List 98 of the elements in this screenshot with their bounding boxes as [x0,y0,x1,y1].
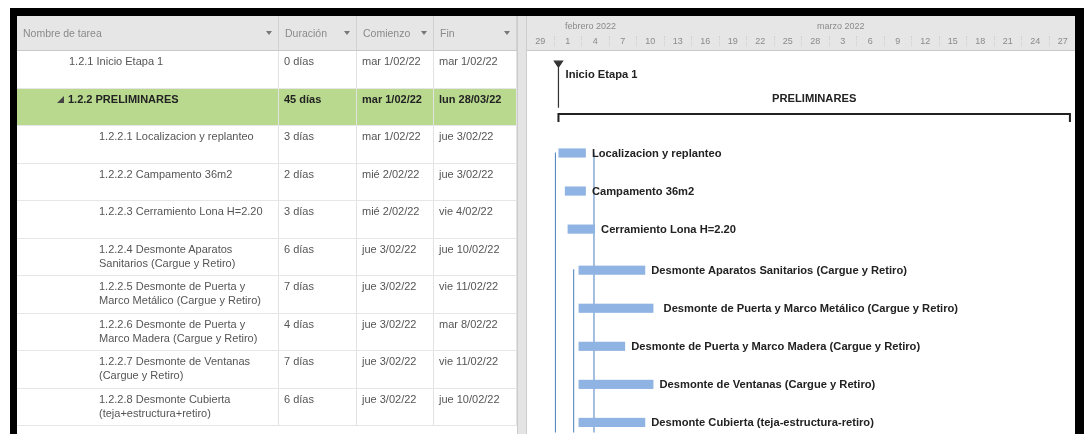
task-bar[interactable] [578,265,646,275]
day-label: 18 [967,35,995,46]
duration-text: 4 días [284,316,314,331]
start-date: jue 3/02/22 [362,391,417,406]
duration-text: 6 días [284,391,314,406]
collapse-caret-icon[interactable] [57,95,64,103]
duration-text: 6 días [284,241,314,256]
finish-date: mar 8/02/22 [439,316,498,331]
day-label: 6 [857,35,885,46]
milestone-marker-icon[interactable] [553,60,564,109]
duration-text: 2 días [284,166,314,181]
task-name: 1.2.2.1 Localizacion y replanteo [99,129,254,143]
gantt-label: PRELIMINARES [772,91,857,104]
day-label: 28 [802,35,830,46]
task-name: 1.2.2 PRELIMINARES [68,91,179,106]
month-label: febrero 2022 [564,21,618,31]
gantt-label: Localizacion y replanteo [591,146,722,159]
task-name: 1.2.2.6 Desmonte de Puerta y Marco Madera (Cargue y Retiro) [99,316,259,345]
gantt-label: Desmonte Aparatos Sanitarios (Cargue y Retiro) [651,263,907,276]
finish-date: jue 3/02/22 [439,166,494,181]
start-date: jue 3/02/22 [362,279,417,293]
day-label: 12 [912,35,940,46]
gantt-label: Desmonte Cubierta (teja-estructura-retiro) [651,415,874,428]
task-name: 1.2.2.5 Desmonte de Puerta y Marco Metálico (Cargue y Retiro) [99,279,262,307]
task-bar[interactable] [558,148,586,158]
task-bar[interactable] [578,303,654,313]
task-bar[interactable] [564,186,586,196]
task-name: 1.2.2.8 Desmonte Cubierta (teja+estructura+retiro) [99,391,232,420]
summary-bar[interactable] [557,112,1071,123]
day-label: 1 [554,35,582,46]
task-name: 1.2.1 Inicio Etapa 1 [69,54,164,68]
start-date: jue 3/02/22 [362,316,417,331]
gantt-label: Inicio Etapa 1 [565,68,638,81]
day-label: 29 [527,35,555,46]
day-label: 21 [994,35,1022,46]
duration-text: 7 días [284,279,314,293]
dropdown-caret-icon[interactable] [421,31,427,35]
start-date: mar 1/02/22 [362,91,422,106]
start-date: mié 2/02/22 [362,166,420,181]
task-row[interactable]: 1.2.2.7 Desmonte de Ventanas (Cargue y Retiro) 7 días jue 3/02/22 vie 11/02/22 [17,351,517,389]
finish-date: jue 3/02/22 [439,129,494,143]
task-bar[interactable] [578,379,654,389]
gantt-label: Cerramiento Lona H=2.20 [601,222,736,235]
task-row[interactable]: 1.2.2.2 Campamento 36m2 2 días mié 2/02/22 jue 3/02/22 [17,163,517,201]
finish-date: vie 11/02/22 [439,354,499,368]
task-name: 1.2.2.2 Campamento 36m2 [99,166,233,181]
day-label: 27 [1056,35,1069,46]
finish-date: jue 10/02/22 [439,391,500,406]
task-row[interactable]: 1.2.2.1 Localizacion y replanteo 3 días mar 1/02/22 jue 3/02/22 [17,126,517,164]
gantt-label: Desmonte de Ventanas (Cargue y Retiro) [659,377,876,390]
task-row[interactable]: 1.2.2.5 Desmonte de Puerta y Marco Metálico (Cargue y Retiro) 7 días jue 3/02/22 vie 11/02/22 [17,276,517,314]
pane-splitter[interactable] [517,16,527,434]
day-label: 7 [609,35,637,46]
day-label: 9 [884,35,912,46]
task-row[interactable]: 1.2.2.3 Cerramiento Lona H=2.20 3 días mié 2/02/22 vie 4/02/22 [17,201,517,239]
dropdown-caret-icon[interactable] [504,31,510,35]
duration-text: 3 días [284,204,314,218]
task-row[interactable]: 1.2.2 PRELIMINARES 45 días mar 1/02/22 lun 28/03/22 [17,88,517,126]
task-bar[interactable] [578,341,626,351]
day-label: 19 [719,35,747,46]
day-label: 24 [1022,35,1050,46]
day-label: 3 [829,35,857,46]
start-date: jue 3/02/22 [362,241,417,256]
day-label: 22 [747,35,775,46]
dropdown-caret-icon[interactable] [344,31,350,35]
finish-date: vie 11/02/22 [439,279,499,293]
day-label: 10 [637,35,665,46]
finish-date: lun 28/03/22 [439,91,502,106]
day-label: 4 [582,35,610,46]
task-name: 1.2.2.3 Cerramiento Lona H=2.20 [99,204,263,218]
start-date: mar 1/02/22 [362,54,421,68]
task-row[interactable]: 1.2.2.8 Desmonte Cubierta (teja+estructura+retiro) 6 días jue 3/02/22 jue 10/02/22 [17,388,517,426]
start-date: mar 1/02/22 [362,129,421,143]
task-bar[interactable] [578,417,646,427]
duration-text: 3 días [284,129,314,143]
task-row[interactable]: 1.2.2.4 Desmonte Aparatos Sanitarios (Cargue y Retiro) 6 días jue 3/02/22 jue 10/02/22 [17,238,517,276]
gantt-label: Desmonte de Puerta y Marco Metálico (Cargue y Retiro) [663,301,959,314]
task-name: 1.2.2.7 Desmonte de Ventanas (Cargue y Retiro) [99,354,252,382]
start-date: mié 2/02/22 [362,204,420,218]
finish-date: jue 10/02/22 [439,241,500,256]
task-bar[interactable] [567,224,595,234]
day-label: 15 [939,35,967,46]
start-date: jue 3/02/22 [362,354,417,368]
gantt-label: Campamento 36m2 [591,184,695,197]
task-name: 1.2.2.4 Desmonte Aparatos Sanitarios (Cargue y Retiro) [99,241,237,270]
dropdown-caret-icon[interactable] [266,31,272,35]
gantt-label: Desmonte de Puerta y Marco Madera (Cargue y Retiro) [631,339,921,352]
task-row[interactable]: 1.2.1 Inicio Etapa 1 0 días mar 1/02/22 mar 1/02/22 [17,51,517,89]
finish-date: mar 1/02/22 [439,54,498,68]
day-label: 16 [692,35,720,46]
task-row[interactable]: 1.2.2.6 Desmonte de Puerta y Marco Madera (Cargue y Retiro) 4 días jue 3/02/22 mar 8/02/22 [17,313,517,351]
duration-text: 45 días [284,91,322,106]
day-label: 25 [774,35,802,46]
day-label: 13 [664,35,692,46]
duration-text: 0 días [284,54,314,68]
finish-date: vie 4/02/22 [439,204,493,218]
month-label: marzo 2022 [816,21,866,31]
duration-text: 7 días [284,354,314,368]
